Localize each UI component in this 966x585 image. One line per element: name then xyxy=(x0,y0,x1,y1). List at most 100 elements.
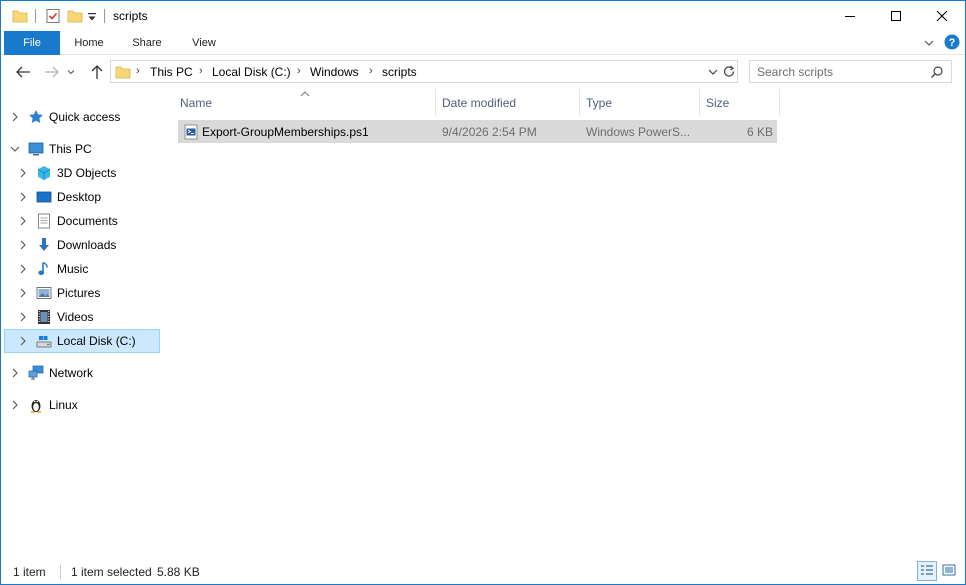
desktop-icon xyxy=(36,189,52,205)
address-dropdown-chevron-icon[interactable] xyxy=(707,66,719,81)
file-list: Name Date modified Type Size Export-Grou… xyxy=(163,89,965,559)
column-header-label: Date modified xyxy=(442,96,517,110)
nav-item-this-pc[interactable]: This PC xyxy=(4,137,160,161)
file-row[interactable]: Export-GroupMemberships.ps1 9/4/2026 2:5… xyxy=(178,120,777,143)
tab-home[interactable]: Home xyxy=(65,31,113,55)
nav-item-label: Downloads xyxy=(57,238,117,252)
chevron-right-icon[interactable] xyxy=(10,367,20,379)
file-date-modified: 9/4/2026 2:54 PM xyxy=(442,125,537,139)
file-type: Windows PowerS... xyxy=(586,125,691,139)
picture-icon xyxy=(36,285,52,301)
title-bar: scripts xyxy=(1,1,965,31)
large-icons-view-button[interactable] xyxy=(939,561,959,581)
nav-item-videos[interactable]: Videos xyxy=(4,305,160,329)
star-icon xyxy=(28,109,44,125)
column-header-label: Size xyxy=(706,96,730,110)
nav-item-music[interactable]: Music xyxy=(4,257,160,281)
column-header-name[interactable]: Name xyxy=(174,89,436,116)
breadcrumb-local-disk[interactable]: Local Disk (C:) xyxy=(212,65,291,79)
computer-icon xyxy=(28,141,44,157)
folder-icon[interactable] xyxy=(12,8,28,27)
nav-item-label: Documents xyxy=(57,214,118,228)
breadcrumb-scripts[interactable]: scripts xyxy=(382,65,417,79)
nav-item-label: Local Disk (C:) xyxy=(57,334,136,348)
nav-item-downloads[interactable]: Downloads xyxy=(4,233,160,257)
nav-item-label: Videos xyxy=(57,310,94,324)
powershell-file-icon xyxy=(183,124,199,143)
customize-toolbar-dropdown-icon[interactable] xyxy=(87,11,97,25)
document-icon xyxy=(36,213,52,229)
chevron-right-icon[interactable] xyxy=(18,335,28,347)
new-folder-icon[interactable] xyxy=(67,8,83,27)
nav-item-label: Linux xyxy=(49,398,78,412)
nav-item-desktop[interactable]: Desktop xyxy=(4,185,160,209)
video-icon xyxy=(36,309,52,325)
search-input[interactable] xyxy=(757,64,927,80)
column-header-date-modified[interactable]: Date modified xyxy=(436,89,580,116)
breadcrumb-separator: › xyxy=(369,65,373,77)
breadcrumb-separator: › xyxy=(136,65,140,77)
address-bar[interactable]: › This PC › Local Disk (C:) › Windows › … xyxy=(110,60,738,83)
details-view-button[interactable] xyxy=(917,561,937,581)
forward-button[interactable] xyxy=(41,62,63,82)
column-header-type[interactable]: Type xyxy=(580,89,700,116)
maximize-button[interactable] xyxy=(873,1,919,31)
chevron-right-icon[interactable] xyxy=(18,215,28,227)
close-button[interactable] xyxy=(919,1,965,31)
chevron-right-icon[interactable] xyxy=(10,111,20,123)
nav-item-3d-objects[interactable]: 3D Objects xyxy=(4,161,160,185)
chevron-right-icon[interactable] xyxy=(18,167,28,179)
breadcrumb-this-pc[interactable]: This PC xyxy=(150,65,193,79)
breadcrumb-windows[interactable]: Windows xyxy=(310,65,359,79)
download-icon xyxy=(36,237,52,253)
properties-icon[interactable] xyxy=(45,8,61,27)
status-item-count: 1 item xyxy=(13,565,46,579)
search-icon[interactable] xyxy=(930,65,944,82)
help-icon[interactable]: ? xyxy=(944,34,960,53)
chevron-down-icon[interactable] xyxy=(10,143,20,155)
window-title: scripts xyxy=(113,9,148,23)
breadcrumb-separator: › xyxy=(297,65,301,77)
back-button[interactable] xyxy=(12,62,34,82)
chevron-right-icon[interactable] xyxy=(18,191,28,203)
chevron-right-icon[interactable] xyxy=(10,399,20,411)
recent-locations-dropdown[interactable] xyxy=(64,62,78,82)
up-button[interactable] xyxy=(86,62,108,82)
nav-item-network[interactable]: Network xyxy=(4,361,160,385)
drive-icon xyxy=(36,333,52,349)
nav-item-label: Quick access xyxy=(49,110,121,124)
status-bar: 1 item 1 item selected 5.88 KB xyxy=(1,559,965,584)
refresh-icon[interactable] xyxy=(722,65,736,82)
nav-item-linux[interactable]: Linux xyxy=(4,393,160,417)
navigation-pane: Quick access This PC 3D Objects Desktop … xyxy=(1,89,163,559)
nav-item-label: Pictures xyxy=(57,286,101,300)
minimize-button[interactable] xyxy=(827,1,873,31)
file-size: 6 KB xyxy=(746,125,773,139)
nav-item-local-disk[interactable]: Local Disk (C:) xyxy=(4,329,160,353)
network-icon xyxy=(28,365,44,381)
chevron-right-icon[interactable] xyxy=(18,311,28,323)
cube-icon xyxy=(36,165,52,181)
large-icons-view-icon xyxy=(942,564,956,579)
tab-file[interactable]: File xyxy=(4,31,60,55)
nav-item-label: Desktop xyxy=(57,190,102,204)
column-header-label: Name xyxy=(180,96,213,110)
chevron-right-icon[interactable] xyxy=(18,263,28,275)
status-selection-size: 5.88 KB xyxy=(157,565,200,579)
nav-item-quick-access[interactable]: Quick access xyxy=(4,105,160,129)
nav-item-label: Network xyxy=(49,366,94,380)
linux-icon xyxy=(28,397,44,413)
column-header-size[interactable]: Size xyxy=(700,89,780,116)
folder-icon xyxy=(115,64,131,83)
search-box xyxy=(749,60,952,83)
tab-share[interactable]: Share xyxy=(123,31,171,55)
expand-ribbon-chevron-icon[interactable] xyxy=(923,37,935,52)
tab-view[interactable]: View xyxy=(181,31,227,55)
chevron-right-icon[interactable] xyxy=(18,239,28,251)
nav-item-pictures[interactable]: Pictures xyxy=(4,281,160,305)
nav-item-documents[interactable]: Documents xyxy=(4,209,160,233)
music-icon xyxy=(36,261,52,277)
chevron-right-icon[interactable] xyxy=(18,287,28,299)
nav-item-label: This PC xyxy=(49,142,92,156)
breadcrumb-separator: › xyxy=(199,65,203,77)
